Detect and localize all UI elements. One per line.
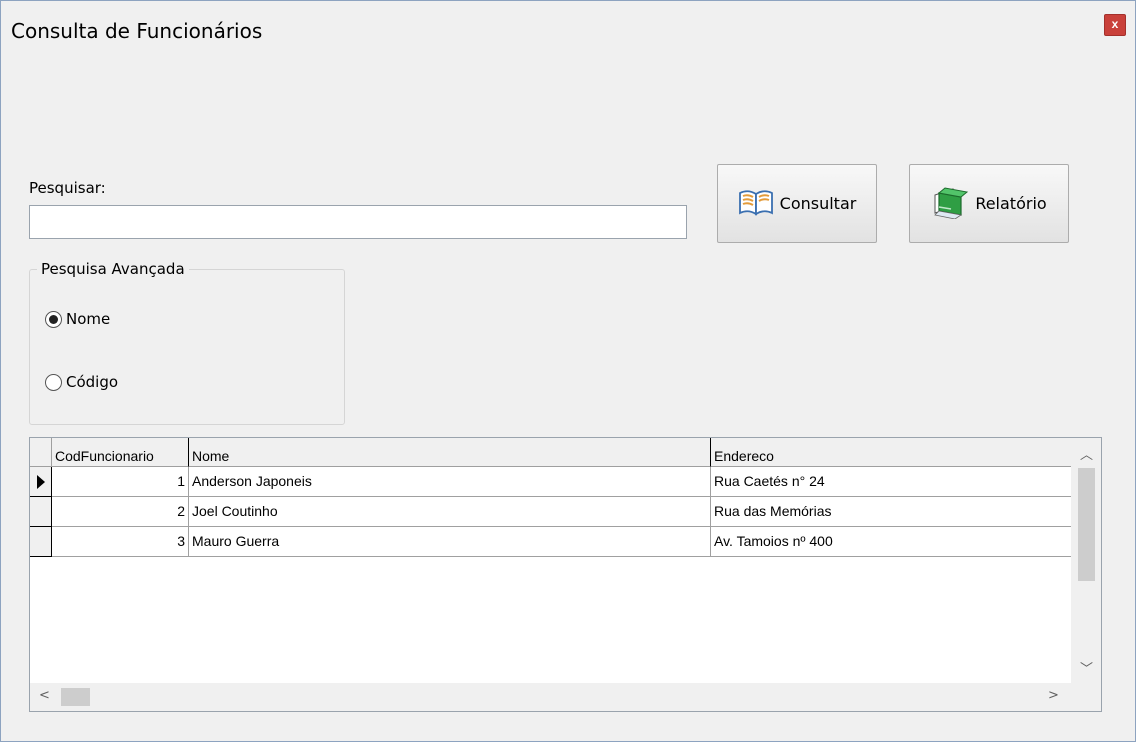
cell-nome[interactable]: Joel Coutinho	[189, 497, 711, 527]
advanced-search-title: Pesquisa Avançada	[37, 260, 189, 278]
cell-nome[interactable]: Anderson Japoneis	[189, 467, 711, 497]
cell-nome[interactable]: Mauro Guerra	[189, 527, 711, 557]
close-button[interactable]: x	[1104, 14, 1126, 36]
header-indicator	[30, 438, 52, 467]
grid-header: CodFuncionario Nome Endereco	[30, 438, 1073, 467]
column-header-codfuncionario[interactable]: CodFuncionario	[52, 438, 189, 467]
radio-nome-label: Nome	[66, 310, 111, 328]
table-row[interactable]: 3 Mauro Guerra Av. Tamoios nº 400	[30, 527, 1073, 557]
search-label: Pesquisar:	[29, 179, 106, 197]
cell-cod[interactable]: 3	[52, 527, 189, 557]
horizontal-scrollbar[interactable]: < >	[30, 683, 1072, 711]
row-indicator[interactable]	[30, 527, 52, 557]
employees-grid[interactable]: CodFuncionario Nome Endereco 1 Anderson …	[29, 437, 1102, 712]
cell-endereco[interactable]: Rua das Memórias	[711, 497, 1073, 527]
scroll-down-icon[interactable]: ﹀	[1080, 658, 1093, 677]
column-header-nome[interactable]: Nome	[189, 438, 711, 467]
green-report-book-icon	[931, 185, 969, 223]
radio-circle[interactable]	[45, 373, 62, 391]
radio-nome[interactable]: Nome	[45, 310, 110, 328]
search-input[interactable]	[29, 205, 687, 239]
main-window: Consulta de Funcionários x Pesquisar: Co…	[0, 0, 1136, 742]
title-bar[interactable]: Consulta de Funcionários x	[1, 1, 1135, 61]
row-indicator[interactable]	[30, 467, 52, 497]
relatorio-button[interactable]: Relatório	[909, 164, 1069, 243]
scroll-right-icon[interactable]: >	[1048, 688, 1059, 703]
column-header-endereco[interactable]: Endereco	[711, 438, 1073, 467]
scroll-left-icon[interactable]: <	[39, 688, 50, 703]
advanced-search-group	[29, 269, 345, 425]
vertical-scrollbar[interactable]: ︿ ﹀	[1071, 438, 1101, 683]
window-title: Consulta de Funcionários	[11, 19, 263, 43]
open-book-icon	[738, 187, 774, 221]
current-row-arrow-icon	[37, 475, 45, 489]
cell-endereco[interactable]: Rua Caetés n° 24	[711, 467, 1073, 497]
consultar-label: Consultar	[779, 194, 857, 213]
vertical-scroll-thumb[interactable]	[1078, 468, 1095, 581]
radio-circle-checked[interactable]	[45, 310, 62, 328]
radio-codigo-label: Código	[66, 373, 119, 391]
consultar-button[interactable]: Consultar	[717, 164, 877, 243]
scrollbar-corner	[1071, 683, 1101, 711]
scroll-up-icon[interactable]: ︿	[1080, 444, 1093, 463]
cell-endereco[interactable]: Av. Tamoios nº 400	[711, 527, 1073, 557]
radio-codigo[interactable]: Código	[45, 373, 118, 391]
cell-cod[interactable]: 1	[52, 467, 189, 497]
close-icon: x	[1111, 17, 1119, 31]
row-indicator[interactable]	[30, 497, 52, 527]
table-row[interactable]: 1 Anderson Japoneis Rua Caetés n° 24	[30, 467, 1073, 497]
cell-cod[interactable]: 2	[52, 497, 189, 527]
horizontal-scroll-thumb[interactable]	[61, 688, 90, 706]
table-row[interactable]: 2 Joel Coutinho Rua das Memórias	[30, 497, 1073, 527]
relatorio-label: Relatório	[975, 194, 1047, 213]
